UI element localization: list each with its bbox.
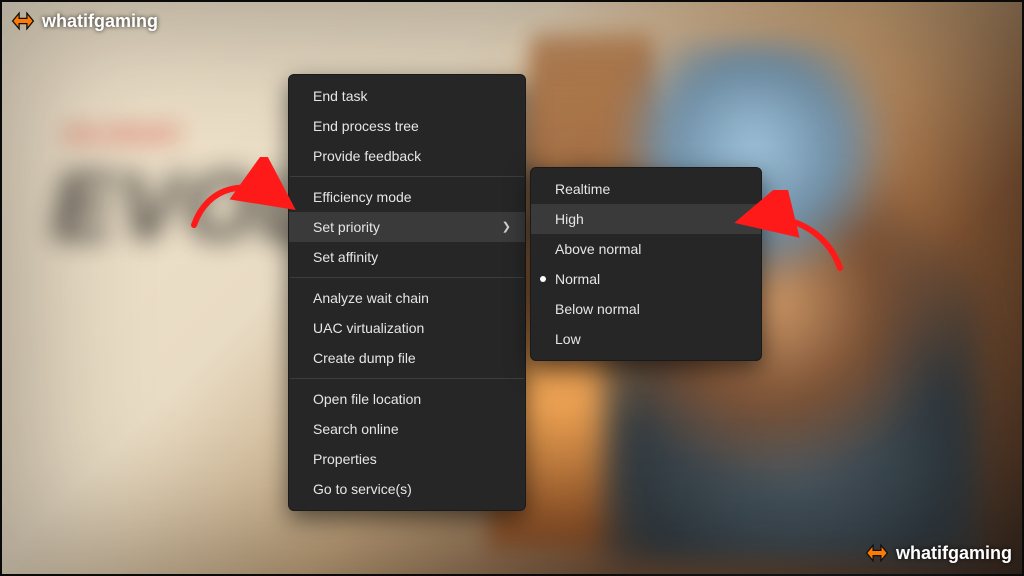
menu-item-label: Low xyxy=(555,329,581,349)
menu-item-provide-feedback[interactable]: Provide feedback xyxy=(289,141,525,171)
menu-item-label: Open file location xyxy=(313,389,421,409)
whatifgaming-logo-icon xyxy=(864,540,890,566)
menu-item-end-task[interactable]: End task xyxy=(289,81,525,111)
menu-item-efficiency-mode[interactable]: Efficiency mode xyxy=(289,182,525,212)
menu-item-label: Set affinity xyxy=(313,247,378,267)
menu-item-label: End process tree xyxy=(313,116,419,136)
menu-separator xyxy=(290,277,524,278)
menu-item-set-affinity[interactable]: Set affinity xyxy=(289,242,525,272)
chevron-right-icon: ❯ xyxy=(492,217,511,237)
menu-item-label: Below normal xyxy=(555,299,640,319)
menu-item-end-process-tree[interactable]: End process tree xyxy=(289,111,525,141)
menu-item-label: Provide feedback xyxy=(313,146,421,166)
menu-item-label: End task xyxy=(313,86,367,106)
menu-item-label: Analyze wait chain xyxy=(313,288,429,308)
watermark-text: whatifgaming xyxy=(896,543,1012,564)
task-manager-context-menu[interactable]: End task End process tree Provide feedback… xyxy=(288,74,526,511)
priority-option-above-normal[interactable]: Above normal xyxy=(531,234,761,264)
menu-item-label: Normal xyxy=(555,269,600,289)
menu-item-label: Realtime xyxy=(555,179,610,199)
priority-option-low[interactable]: Low xyxy=(531,324,761,354)
priority-option-realtime[interactable]: Realtime xyxy=(531,174,761,204)
set-priority-submenu[interactable]: Realtime High Above normal Normal Below norm… xyxy=(530,167,762,361)
menu-item-label: Above normal xyxy=(555,239,641,259)
menu-item-label: Set priority xyxy=(313,217,380,237)
priority-option-normal[interactable]: Normal xyxy=(531,264,761,294)
screenshot-stage: VALORANT EVOLUTION whatifgaming whatifga… xyxy=(0,0,1024,576)
menu-item-label: UAC virtualization xyxy=(313,318,424,338)
menu-item-label: Search online xyxy=(313,419,399,439)
menu-item-analyze-wait-chain[interactable]: Analyze wait chain xyxy=(289,283,525,313)
menu-item-set-priority[interactable]: Set priority ❯ xyxy=(289,212,525,242)
menu-item-search-online[interactable]: Search online xyxy=(289,414,525,444)
menu-item-label: High xyxy=(555,209,584,229)
priority-option-below-normal[interactable]: Below normal xyxy=(531,294,761,324)
menu-item-create-dump-file[interactable]: Create dump file xyxy=(289,343,525,373)
watermark-text: whatifgaming xyxy=(42,11,158,32)
menu-item-open-file-location[interactable]: Open file location xyxy=(289,384,525,414)
menu-separator xyxy=(290,176,524,177)
menu-item-label: Efficiency mode xyxy=(313,187,412,207)
menu-item-uac-virtualization[interactable]: UAC virtualization xyxy=(289,313,525,343)
radio-indicator-icon xyxy=(540,276,546,282)
watermark-top-left: whatifgaming xyxy=(10,8,158,34)
priority-option-high[interactable]: High xyxy=(531,204,761,234)
menu-item-label: Properties xyxy=(313,449,377,469)
menu-item-go-to-service-s[interactable]: Go to service(s) xyxy=(289,474,525,504)
menu-item-properties[interactable]: Properties xyxy=(289,444,525,474)
bg-subtitle: VALORANT xyxy=(62,122,183,148)
watermark-bottom-right: whatifgaming xyxy=(864,540,1012,566)
menu-separator xyxy=(290,378,524,379)
whatifgaming-logo-icon xyxy=(10,8,36,34)
menu-item-label: Go to service(s) xyxy=(313,479,412,499)
menu-item-label: Create dump file xyxy=(313,348,416,368)
